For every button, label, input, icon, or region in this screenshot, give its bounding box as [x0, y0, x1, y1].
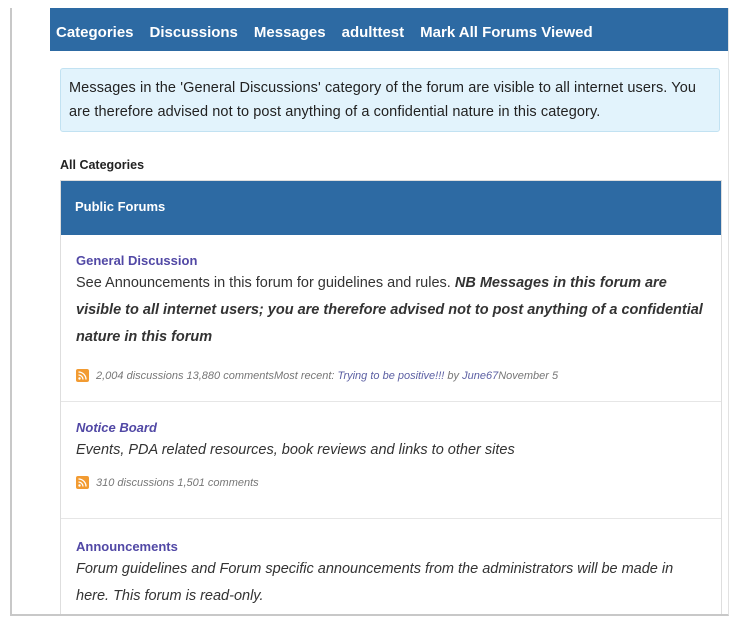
forum-title-announcements[interactable]: Announcements: [76, 519, 706, 554]
comment-count: 13,880 comments: [186, 369, 274, 382]
browser-viewport: Categories Discussions Messages adulttes…: [10, 8, 729, 616]
forum-row: General Discussion See Announcements in …: [61, 235, 721, 402]
forum-description: Forum guidelines and Forum specific anno…: [76, 561, 674, 604]
nav-user-profile[interactable]: adulttest: [342, 24, 405, 42]
comment-count: 1,501 comments: [177, 476, 259, 489]
forum-row: Notice Board Events, PDA related resourc…: [61, 402, 721, 519]
forum-description-text: See Announcements in this forum for guid…: [76, 275, 455, 291]
rss-feed-icon[interactable]: [76, 476, 89, 489]
privacy-notice: Messages in the 'General Discussions' ca…: [60, 68, 720, 132]
nav-mark-all-viewed[interactable]: Mark All Forums Viewed: [420, 24, 593, 42]
most-recent-user-link[interactable]: June67: [462, 370, 498, 382]
nav-categories[interactable]: Categories: [56, 24, 134, 42]
forum-row: Announcements Forum guidelines and Forum…: [61, 519, 721, 614]
forum-title-notice-board[interactable]: Notice Board: [76, 402, 706, 435]
public-forums-header: Public Forums: [61, 181, 721, 235]
all-categories-heading: All Categories: [60, 158, 145, 172]
discussion-count: 2,004 discussions: [96, 369, 184, 382]
most-recent-label: Most recent:: [273, 369, 335, 382]
nav-messages[interactable]: Messages: [254, 24, 326, 42]
forum-meta: 310 discussions 1,501 comments: [76, 476, 706, 489]
most-recent-discussion-link[interactable]: Trying to be positive!!!: [338, 370, 445, 382]
forum-description: Events, PDA related resources, book revi…: [76, 442, 515, 458]
forum-title-general-discussion[interactable]: General Discussion: [76, 235, 706, 268]
forum-categories-table: Public Forums General Discussion See Ann…: [60, 180, 722, 614]
most-recent-date: November 5: [498, 369, 559, 382]
nav-discussions[interactable]: Discussions: [150, 24, 238, 42]
by-label: by: [447, 369, 460, 382]
forum-meta: 2,004 discussions 13,880 comments Most re…: [76, 369, 706, 382]
top-navigation-bar: Categories Discussions Messages adulttes…: [50, 8, 728, 51]
forum-description: See Announcements in this forum for guid…: [76, 270, 706, 351]
discussion-count: 310 discussions: [96, 476, 175, 489]
rss-feed-icon[interactable]: [76, 369, 89, 382]
